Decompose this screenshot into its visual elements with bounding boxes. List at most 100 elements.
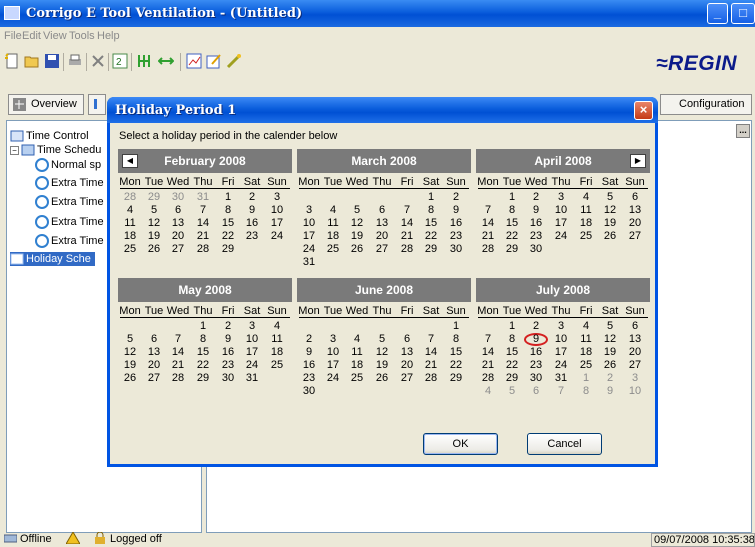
calendar-day[interactable]: 24	[549, 359, 573, 372]
calendar-day[interactable]: 21	[476, 230, 500, 243]
calendar-day[interactable]: 28	[166, 372, 190, 385]
calendar-day[interactable]: 9	[524, 204, 548, 217]
calendar-day[interactable]: 26	[370, 372, 394, 385]
calendar-day[interactable]: 19	[598, 346, 622, 359]
calendar-day[interactable]: 29	[142, 191, 166, 204]
calendar-day[interactable]: 6	[623, 191, 647, 204]
calendar-day[interactable]: 10	[549, 204, 573, 217]
calendar-day[interactable]: 17	[297, 230, 321, 243]
calendar-day[interactable]: 10	[623, 385, 647, 398]
calendar-day[interactable]: 14	[476, 217, 500, 230]
calendar-day[interactable]: 24	[265, 230, 289, 243]
calendar-day[interactable]: 26	[142, 243, 166, 256]
calendar-day[interactable]: 17	[240, 346, 264, 359]
calendar-day[interactable]: 2	[524, 191, 548, 204]
calendar-day[interactable]: 26	[345, 243, 369, 256]
calendar-day[interactable]: 13	[623, 204, 647, 217]
calendar-day[interactable]: 9	[297, 346, 321, 359]
next-month-button[interactable]: ▶	[630, 154, 646, 168]
calendar-day[interactable]: 18	[574, 346, 598, 359]
new-file-icon[interactable]	[4, 53, 20, 69]
calendar-day[interactable]: 2	[524, 320, 548, 333]
calendar-day[interactable]: 17	[549, 346, 573, 359]
transfer-icon[interactable]	[158, 53, 174, 69]
calendar-day[interactable]: 24	[297, 243, 321, 256]
calendar-day[interactable]: 15	[191, 346, 215, 359]
calendar-day[interactable]: 15	[444, 346, 468, 359]
calendar-day[interactable]: 29	[500, 372, 524, 385]
calendar-day[interactable]: 26	[598, 230, 622, 243]
calendar-day[interactable]: 6	[623, 320, 647, 333]
delete-icon[interactable]	[90, 53, 106, 69]
calendar-day[interactable]: 23	[524, 230, 548, 243]
menu-tools[interactable]: Tools	[69, 30, 95, 42]
more-button[interactable]: ...	[736, 124, 750, 138]
calendar-day[interactable]: 25	[265, 359, 289, 372]
calendar-day[interactable]: 20	[623, 217, 647, 230]
calendar-day[interactable]: 2	[444, 191, 468, 204]
calendar-day[interactable]: 10	[240, 333, 264, 346]
calendar-day[interactable]: 30	[524, 243, 548, 256]
tree-item-extra-2[interactable]: Extra Time	[35, 195, 104, 209]
tab-hidden[interactable]	[88, 94, 106, 115]
collapse-icon[interactable]: −	[10, 145, 19, 155]
calendar-day[interactable]: 7	[476, 204, 500, 217]
menu-view[interactable]: View	[43, 30, 67, 42]
calendar-day[interactable]: 18	[118, 230, 142, 243]
calendar-day[interactable]: 20	[166, 230, 190, 243]
calendar-day[interactable]: 18	[345, 359, 369, 372]
calendar-day[interactable]: 29	[444, 372, 468, 385]
calendar-day[interactable]: 9	[444, 204, 468, 217]
calendar-day[interactable]: 20	[623, 346, 647, 359]
calendar-day[interactable]: 8	[444, 333, 468, 346]
calendar-day[interactable]: 14	[476, 346, 500, 359]
calendar-day[interactable]: 11	[574, 333, 598, 346]
calendar-day[interactable]: 18	[321, 230, 345, 243]
calendar-day[interactable]: 5	[598, 191, 622, 204]
connect-icon[interactable]	[136, 53, 152, 69]
calendar-day[interactable]: 1	[500, 191, 524, 204]
calendar-day[interactable]: 6	[395, 333, 419, 346]
tab-overview[interactable]: Overview	[8, 94, 84, 115]
calendar-day[interactable]: 16	[524, 346, 548, 359]
calendar-day[interactable]: 11	[574, 204, 598, 217]
calendar-day[interactable]: 3	[240, 320, 264, 333]
calendar-day[interactable]: 6	[370, 204, 394, 217]
calendar-day[interactable]: 18	[574, 217, 598, 230]
calendar-day[interactable]: 25	[574, 230, 598, 243]
calendar-day[interactable]: 8	[216, 204, 240, 217]
calendar-day[interactable]: 30	[166, 191, 190, 204]
calendar-day[interactable]: 22	[216, 230, 240, 243]
calendar-day[interactable]: 12	[118, 346, 142, 359]
calendar-day[interactable]: 2	[216, 320, 240, 333]
calendar-day[interactable]: 6	[524, 385, 548, 398]
calendar-day[interactable]: 6	[142, 333, 166, 346]
calendar-day[interactable]: 2	[297, 333, 321, 346]
maximize-button[interactable]: □	[731, 3, 755, 24]
calendar-day[interactable]: 28	[191, 243, 215, 256]
calendar-day[interactable]: 17	[321, 359, 345, 372]
calendar-day[interactable]: 20	[370, 230, 394, 243]
calendar-day[interactable]: 14	[419, 346, 443, 359]
calendar-day[interactable]: 16	[240, 217, 264, 230]
calendar-day[interactable]: 24	[240, 359, 264, 372]
calendar-day[interactable]: 12	[370, 346, 394, 359]
calendar-day[interactable]: 25	[118, 243, 142, 256]
refresh-icon[interactable]: 2	[112, 53, 128, 69]
calendar-day[interactable]: 1	[419, 191, 443, 204]
calendar-day[interactable]: 21	[419, 359, 443, 372]
calendar-day[interactable]: 22	[191, 359, 215, 372]
calendar-day[interactable]: 16	[297, 359, 321, 372]
calendar-day[interactable]: 30	[444, 243, 468, 256]
calendar-day[interactable]: 1	[500, 320, 524, 333]
calendar-day[interactable]: 31	[240, 372, 264, 385]
dialog-close-button[interactable]: ×	[634, 101, 653, 120]
calendar-day[interactable]: 28	[395, 243, 419, 256]
calendar-day[interactable]: 24	[549, 230, 573, 243]
calendar-day[interactable]: 29	[500, 243, 524, 256]
calendar-day[interactable]: 5	[500, 385, 524, 398]
calendar-day[interactable]: 5	[345, 204, 369, 217]
calendar-day[interactable]: 12	[345, 217, 369, 230]
calendar-day[interactable]: 15	[500, 346, 524, 359]
calendar-day[interactable]: 31	[549, 372, 573, 385]
